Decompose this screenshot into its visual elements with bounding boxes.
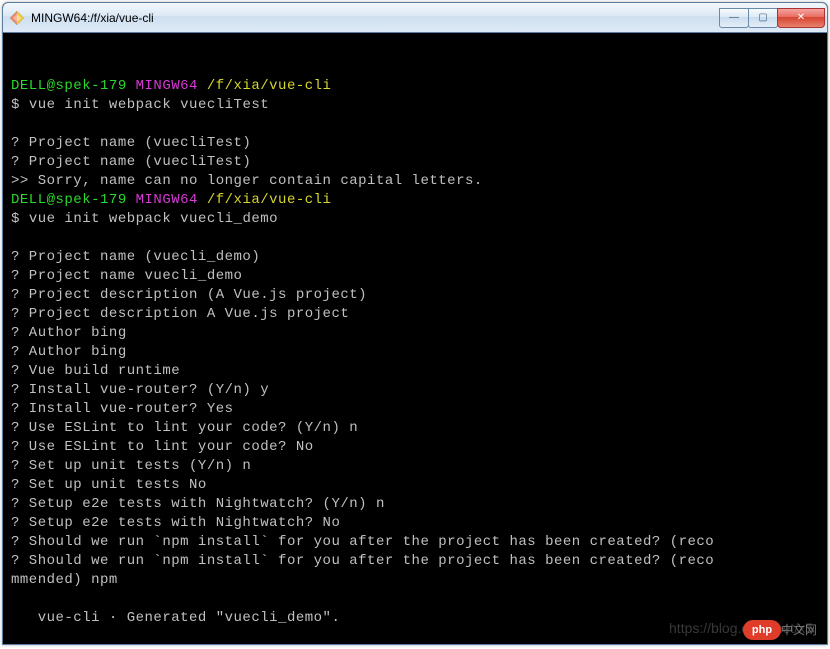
output-line: vue-cli · Generated "vuecli_demo".: [11, 610, 340, 626]
maximize-button[interactable]: ▢: [748, 8, 778, 28]
output-line: >> Sorry, name can no longer contain cap…: [11, 173, 483, 189]
output-line: ? Author bing: [11, 344, 127, 360]
output-line: ? Project name vuecli_demo: [11, 268, 242, 284]
prompt-user: DELL@spek-179: [11, 78, 127, 94]
close-button[interactable]: ✕: [777, 8, 825, 28]
output-line: ? Project description A Vue.js project: [11, 306, 349, 322]
output-line: ? Setup e2e tests with Nightwatch? (Y/n)…: [11, 496, 385, 512]
output-line: ? Vue build runtime: [11, 363, 180, 379]
terminal-pane[interactable]: DELL@spek-179 MINGW64 /f/xia/vue-cli $ v…: [3, 33, 827, 644]
prompt-user: DELL@spek-179: [11, 192, 127, 208]
cn-watermark: 中文网: [781, 621, 817, 640]
prompt-symbol: $: [11, 97, 20, 113]
titlebar[interactable]: MINGW64:/f/xia/vue-cli — ▢ ✕: [3, 3, 827, 33]
output-line: ? Install vue-router? (Y/n) y: [11, 382, 269, 398]
mintty-icon: [9, 10, 25, 26]
prompt-symbol: $: [11, 211, 20, 227]
output-line: ? Project description (A Vue.js project): [11, 287, 367, 303]
output-line: ? Project name (vuecli_demo): [11, 249, 260, 265]
prompt-path: /f/xia/vue-cli: [207, 192, 332, 208]
output-line: ? Set up unit tests No: [11, 477, 207, 493]
maximize-icon: ▢: [758, 12, 767, 23]
php-badge: php: [743, 620, 781, 640]
output-line: mmended) npm: [11, 572, 118, 588]
output-line: ? Use ESLint to lint your code? (Y/n) n: [11, 420, 358, 436]
minimize-button[interactable]: —: [719, 8, 749, 28]
output-line: ? Install vue-router? Yes: [11, 401, 234, 417]
output-line: ? Setup e2e tests with Nightwatch? No: [11, 515, 340, 531]
output-line: ? Set up unit tests (Y/n) n: [11, 458, 251, 474]
output-line: ? Author bing: [11, 325, 127, 341]
command-text: vue init webpack vuecliTest: [29, 97, 269, 113]
close-icon: ✕: [797, 12, 805, 23]
output-line: ? Project name (vuecliTest): [11, 154, 251, 170]
prompt-env: MINGW64: [136, 192, 198, 208]
minimize-icon: —: [729, 12, 739, 23]
output-line: ? Should we run `npm install` for you af…: [11, 534, 714, 550]
window-frame: MINGW64:/f/xia/vue-cli — ▢ ✕ DELL@spek-1…: [2, 2, 828, 645]
output-line: ? Project name (vuecliTest): [11, 135, 251, 151]
window-controls: — ▢ ✕: [720, 8, 825, 28]
prompt-path: /f/xia/vue-cli: [207, 78, 332, 94]
output-line: ? Use ESLint to lint your code? No: [11, 439, 314, 455]
window-title: MINGW64:/f/xia/vue-cli: [31, 11, 720, 25]
command-text: vue init webpack vuecli_demo: [29, 211, 278, 227]
output-line: ? Should we run `npm install` for you af…: [11, 553, 714, 569]
prompt-env: MINGW64: [136, 78, 198, 94]
